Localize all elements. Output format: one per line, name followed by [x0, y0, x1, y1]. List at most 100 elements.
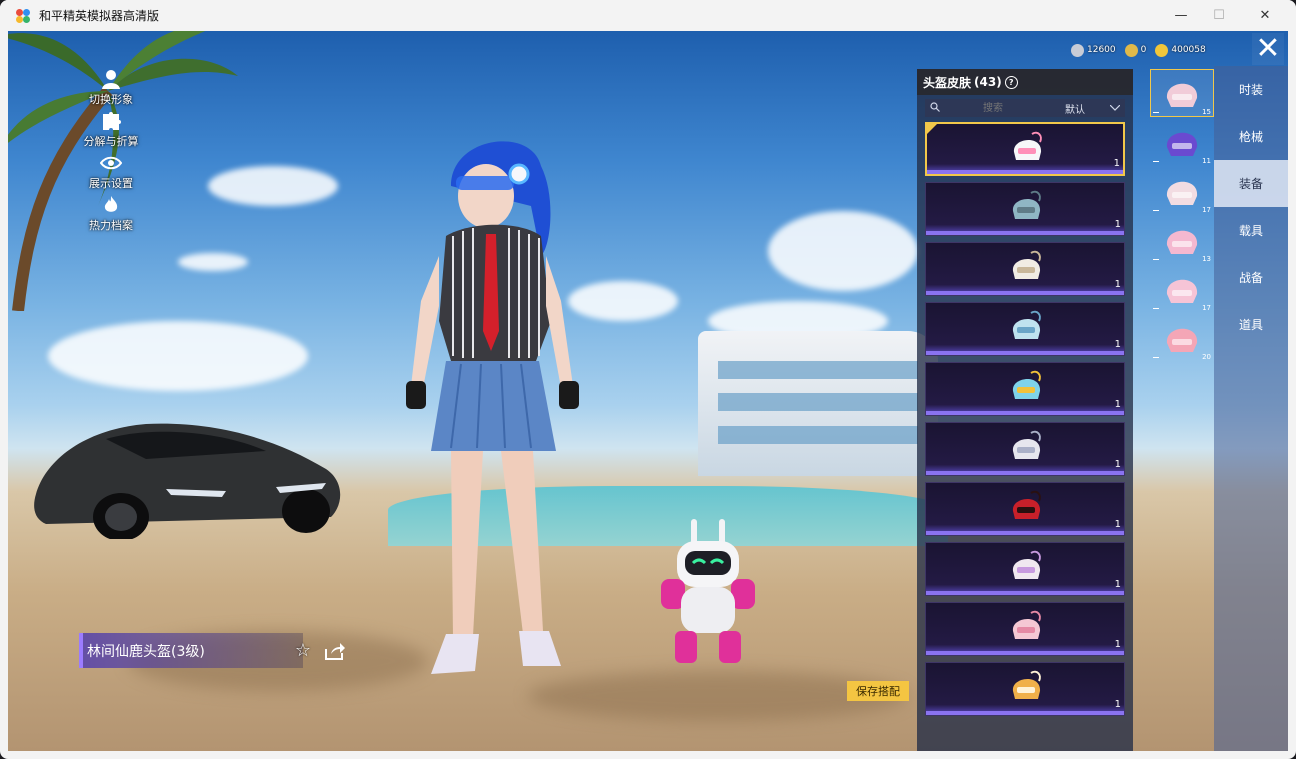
right-tab-bar: 时装 枪械 装备 载具 战备 道具 — [1214, 66, 1288, 751]
cloud — [768, 211, 918, 291]
window-close-button[interactable]: ✕ — [1242, 0, 1288, 31]
category-thumbnail[interactable]: 20 — [1150, 314, 1214, 362]
cloud — [48, 321, 308, 391]
skin-card[interactable]: 1 — [925, 362, 1125, 416]
rarity-bar — [926, 411, 1124, 415]
helmet-icon — [1012, 490, 1041, 519]
tab-1[interactable]: 枪械 — [1214, 113, 1288, 160]
heat-archive-label: 热力档案 — [89, 219, 133, 232]
helmet-icon — [1166, 181, 1198, 205]
help-icon[interactable]: ? — [1004, 75, 1018, 89]
close-icon[interactable]: ✕ — [1252, 33, 1284, 65]
skin-quantity: 1 — [1114, 519, 1121, 530]
category-thumbnail[interactable]: 11 — [1150, 118, 1214, 166]
tab-5[interactable]: 道具 — [1214, 301, 1288, 348]
helmet-icon — [1012, 670, 1041, 699]
skin-card[interactable]: 1 — [925, 302, 1125, 356]
share-icon[interactable] — [324, 641, 346, 661]
skin-card[interactable]: 1 — [925, 242, 1125, 296]
category-count: 17 — [1202, 206, 1211, 214]
selected-flag-icon — [927, 124, 937, 134]
game-viewport: 切换形象 分解与折算 展示设置 热力档案 12600 0 400058 ✕ 头盔… — [8, 31, 1288, 751]
category-thumbnail[interactable]: 13 — [1150, 216, 1214, 264]
dash-marker — [1153, 210, 1159, 211]
skin-panel: 头盔皮肤 (43) ? 默认 1 1 1 1 1 1 1 1 1 1 — [917, 69, 1133, 751]
decompose-button[interactable]: 分解与折算 — [66, 111, 156, 149]
helmet-icon — [1166, 230, 1198, 254]
chevron-down-icon[interactable] — [1105, 103, 1125, 114]
panel-title: 头盔皮肤 — [923, 75, 972, 90]
rarity-bar — [926, 591, 1124, 595]
skin-quantity: 1 — [1113, 158, 1120, 169]
skin-card[interactable]: 1 — [925, 542, 1125, 596]
skin-quantity: 1 — [1114, 639, 1121, 650]
helmet-icon — [1013, 131, 1042, 160]
ag-coin-icon — [1071, 43, 1084, 57]
tab-2[interactable]: 装备 — [1214, 160, 1288, 207]
dash-marker — [1153, 259, 1159, 260]
tab-3[interactable]: 载具 — [1214, 207, 1288, 254]
flame-icon — [100, 195, 122, 215]
rarity-bar — [926, 711, 1124, 715]
category-count: 20 — [1202, 353, 1211, 361]
skin-list: 1 1 1 1 1 1 1 1 1 1 — [925, 122, 1125, 722]
skin-card[interactable]: 1 — [925, 422, 1125, 476]
star-icon[interactable]: ☆ — [293, 641, 313, 661]
window-title: 和平精英模拟器高清版 — [39, 9, 160, 23]
category-count: 11 — [1202, 157, 1211, 165]
skin-quantity: 1 — [1114, 459, 1121, 470]
panel-header: 头盔皮肤 (43) ? — [917, 69, 1133, 95]
helmet-icon — [1166, 83, 1198, 107]
heat-archive-button[interactable]: 热力档案 — [66, 195, 156, 233]
skin-card[interactable]: 1 — [925, 122, 1125, 176]
sort-select[interactable]: 默认 — [1045, 101, 1105, 116]
puzzle-icon — [100, 111, 122, 131]
decompose-label: 分解与折算 — [83, 135, 139, 148]
category-thumbnail[interactable]: 17 — [1150, 265, 1214, 313]
title-bar: 和平精英模拟器高清版 — ☐ ✕ — [0, 0, 1296, 31]
item-name: 林间仙鹿头盔(3级) — [87, 643, 205, 660]
search-icon[interactable] — [927, 101, 943, 115]
item-name-bar: 林间仙鹿头盔(3级) — [79, 633, 303, 668]
eye-icon — [99, 153, 123, 173]
player-character — [406, 141, 579, 674]
category-count: 15 — [1202, 108, 1211, 116]
tab-4[interactable]: 战备 — [1214, 254, 1288, 301]
helmet-icon — [1166, 328, 1198, 352]
skin-card[interactable]: 1 — [925, 182, 1125, 236]
switch-avatar-button[interactable]: 切换形象 — [66, 69, 156, 107]
robot-pet — [661, 519, 755, 663]
skin-card[interactable]: 1 — [925, 482, 1125, 536]
helmet-icon — [1012, 310, 1041, 339]
search-input[interactable] — [943, 101, 1043, 115]
category-thumbnail[interactable]: 17 — [1150, 167, 1214, 215]
skin-card[interactable]: 1 — [925, 662, 1125, 716]
helmet-icon — [1012, 550, 1041, 579]
sports-car — [34, 423, 341, 539]
helmet-icon — [1166, 132, 1198, 156]
category-thumbnails: 15 11 17 13 17 20 — [1150, 69, 1214, 363]
tab-0[interactable]: 时装 — [1214, 66, 1288, 113]
skin-card[interactable]: 1 — [925, 602, 1125, 656]
display-settings-button[interactable]: 展示设置 — [66, 153, 156, 191]
rarity-bar — [926, 651, 1124, 655]
a-coin-icon — [1124, 43, 1138, 57]
category-count: 17 — [1202, 304, 1211, 312]
dash-marker — [1153, 357, 1159, 358]
helmet-icon — [1166, 279, 1198, 303]
category-count: 13 — [1202, 255, 1211, 263]
a-coin-value: 0 — [1140, 45, 1147, 55]
rarity-bar — [926, 471, 1124, 475]
category-thumbnail[interactable]: 15 — [1150, 69, 1214, 117]
app-window: 和平精英模拟器高清版 — ☐ ✕ 切换形象 分解与折算 展示设置 热力档案 12… — [0, 0, 1296, 759]
skin-quantity: 1 — [1114, 579, 1121, 590]
rarity-bar — [926, 351, 1124, 355]
helmet-icon — [1012, 250, 1041, 279]
save-outfit-button[interactable]: 保存搭配 — [847, 681, 909, 701]
dash-marker — [1153, 161, 1159, 162]
dash-marker — [1153, 308, 1159, 309]
helmet-icon — [1012, 610, 1041, 639]
dash-marker — [1153, 112, 1159, 113]
gold-coin-icon — [1155, 43, 1169, 57]
maximize-button[interactable]: ☐ — [1196, 0, 1242, 31]
